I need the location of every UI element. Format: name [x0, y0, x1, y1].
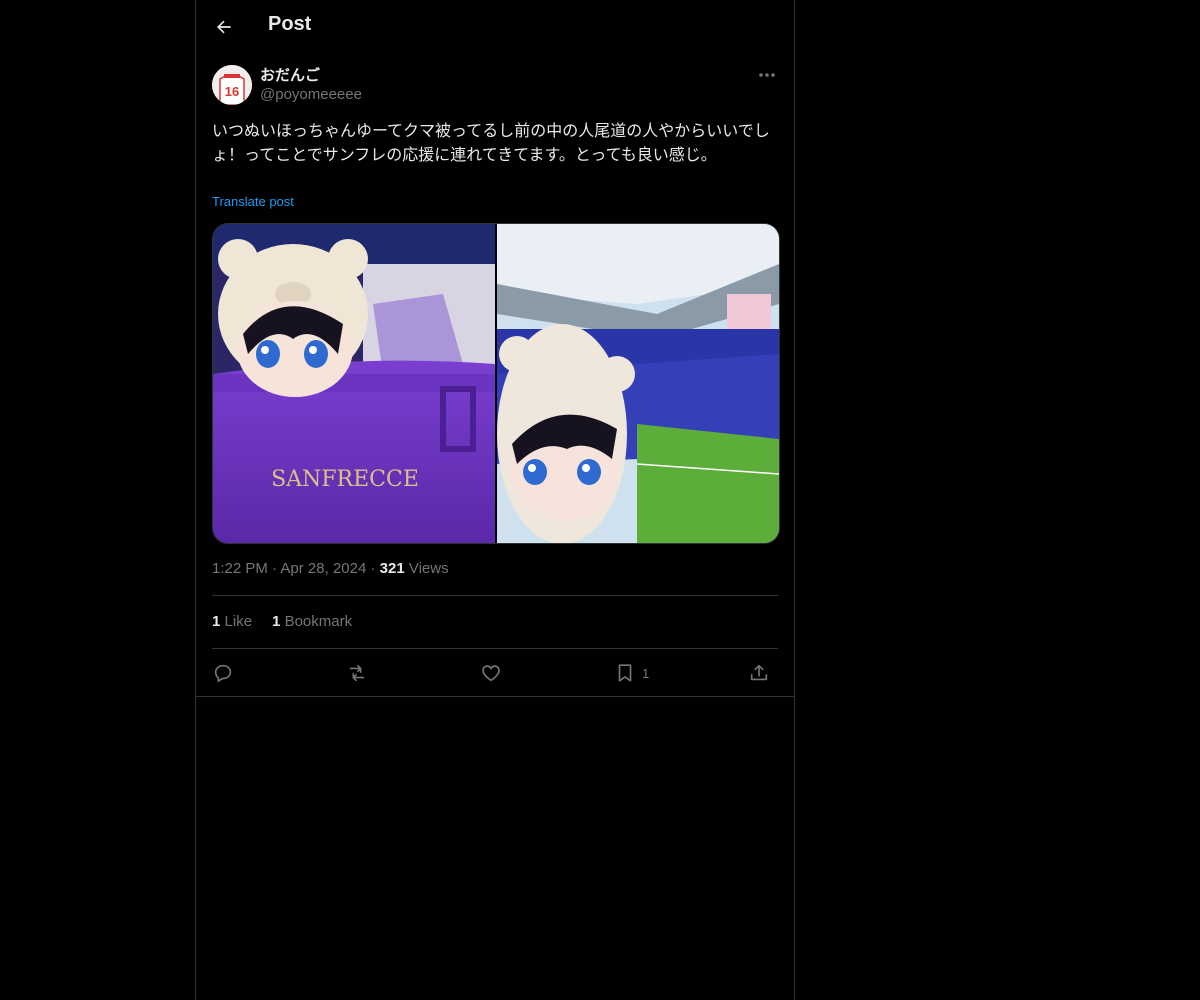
likes-label: Like [224, 613, 253, 630]
likes-count: 1 [212, 613, 221, 630]
reply-button[interactable] [212, 660, 234, 686]
post-text: いつぬいほっちゃんゆーてクマ被ってるし前の中の人尾道の人やからいいでしょ！ってこ… [212, 121, 770, 164]
post-date[interactable]: Apr 28, 2024 [280, 560, 366, 577]
post-stats: 1 Like 1 Bookmark [212, 613, 352, 630]
arrow-left-icon [214, 17, 234, 37]
bookmarks-label: Bookmark [284, 613, 353, 630]
bag-text: SANFRECCE [271, 467, 419, 492]
likes-stat[interactable]: 1 Like [212, 613, 252, 630]
bookmark-button[interactable]: 1 [614, 660, 649, 686]
author-display-name[interactable]: おだんご [260, 64, 320, 85]
avatar-number: 16 [225, 84, 239, 99]
back-button[interactable] [208, 11, 240, 43]
post-media: SANFRECCE [212, 223, 780, 544]
more-icon [758, 72, 776, 78]
share-button[interactable] [748, 660, 770, 686]
media-image-stadium[interactable] [497, 224, 779, 543]
action-bar: 1 [212, 660, 778, 686]
views-count: 321 [379, 560, 405, 577]
post-column: Post 16 おだんご @poyomeeeee いつぬいほっちゃんゆーてクマ被… [195, 0, 795, 1000]
more-options-button[interactable] [754, 64, 780, 86]
post-timestamp: 1:22 PM · Apr 28, 2024 · 321 Views [212, 560, 449, 577]
avatar[interactable]: 16 [212, 65, 252, 105]
page-title: Post [268, 13, 312, 35]
like-button[interactable] [480, 660, 502, 686]
divider [212, 595, 778, 596]
translate-post-link[interactable]: Translate post [212, 194, 294, 209]
heart-icon [480, 662, 502, 684]
bookmarks-stat[interactable]: 1 Bookmark [272, 613, 352, 630]
reply-icon [212, 662, 234, 684]
repost-button[interactable] [346, 660, 368, 686]
bookmark-icon [614, 662, 636, 684]
bookmark-count: 1 [642, 665, 650, 681]
media-image-bag[interactable]: SANFRECCE [213, 224, 495, 543]
author-handle[interactable]: @poyomeeeee [260, 86, 362, 103]
page-header: Post [196, 0, 794, 54]
share-icon [748, 662, 770, 684]
post-time[interactable]: 1:22 PM [212, 560, 268, 577]
divider [196, 696, 794, 697]
views-label: Views [408, 560, 449, 577]
repost-icon [346, 662, 368, 684]
divider [212, 648, 778, 649]
bookmarks-count: 1 [272, 613, 281, 630]
